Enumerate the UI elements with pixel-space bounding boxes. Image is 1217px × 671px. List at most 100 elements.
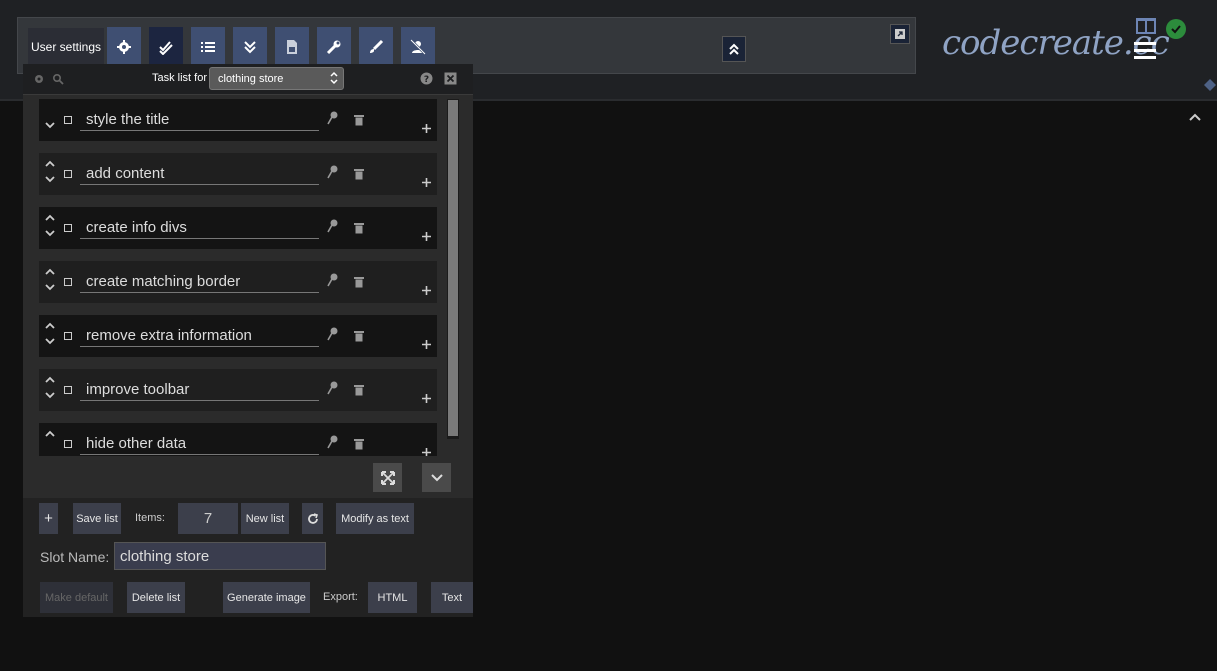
task-item: hide other data: [39, 423, 437, 456]
menu-icon[interactable]: [1134, 40, 1156, 60]
user-settings-button[interactable]: User settings: [28, 28, 104, 66]
export-html-button[interactable]: HTML: [368, 582, 417, 613]
pin-icon[interactable]: [327, 435, 339, 449]
chevron-up-icon[interactable]: [1187, 110, 1203, 124]
task-checkbox[interactable]: [64, 332, 72, 340]
help-icon[interactable]: ?: [420, 72, 433, 85]
task-text[interactable]: create info divs: [80, 217, 319, 239]
list-controls: + Save list Items: 7 New list Modify as …: [23, 498, 473, 617]
items-label: Items:: [135, 512, 165, 524]
add-subtask-icon[interactable]: [422, 178, 431, 187]
trash-icon[interactable]: [354, 114, 364, 126]
pin-icon[interactable]: [327, 111, 339, 125]
modify-as-text-button[interactable]: Modify as text: [336, 503, 414, 534]
move-arrows-icon[interactable]: [44, 213, 56, 243]
double-chevron-down-icon: [244, 40, 256, 53]
trash-icon[interactable]: [354, 384, 364, 396]
task-text[interactable]: create matching border: [80, 271, 319, 293]
move-arrows-icon[interactable]: [44, 321, 56, 351]
add-subtask-icon[interactable]: [422, 448, 431, 456]
popout-button[interactable]: [890, 24, 910, 44]
pin-icon[interactable]: [327, 381, 339, 395]
double-check-icon: [159, 40, 173, 55]
close-icon[interactable]: [444, 72, 457, 85]
task-checkbox[interactable]: [64, 386, 72, 394]
slot-name-input[interactable]: clothing store: [114, 542, 326, 570]
trash-icon[interactable]: [354, 222, 364, 234]
gear-icon: [117, 39, 131, 54]
task-list-panel: Task list for clothing store ? style the…: [23, 64, 473, 617]
trash-icon[interactable]: [354, 168, 364, 180]
task-list: style the title add content create info …: [39, 99, 437, 456]
slot-name-label: Slot Name:: [40, 549, 110, 565]
move-arrows-icon[interactable]: [44, 267, 56, 297]
search-icon[interactable]: [52, 73, 64, 85]
status-check-icon: [1166, 19, 1186, 39]
layout-icon[interactable]: [1135, 17, 1157, 35]
task-item: create matching border: [39, 261, 437, 303]
js-file-button[interactable]: [275, 27, 309, 66]
task-checkbox[interactable]: [64, 170, 72, 178]
collapse-toolbar-button[interactable]: [722, 36, 746, 62]
trash-icon[interactable]: [354, 438, 364, 450]
add-subtask-icon[interactable]: [422, 394, 431, 403]
collapse-all-button[interactable]: [233, 27, 267, 66]
trash-icon[interactable]: [354, 276, 364, 288]
diamond-icon[interactable]: [1203, 78, 1217, 92]
task-checkbox[interactable]: [64, 440, 72, 448]
brush-icon: [370, 39, 384, 53]
add-subtask-icon[interactable]: [422, 124, 431, 133]
list-select[interactable]: clothing store: [209, 67, 344, 90]
task-text[interactable]: remove extra information: [80, 325, 319, 347]
pin-icon[interactable]: [327, 165, 339, 179]
add-subtask-icon[interactable]: [422, 286, 431, 295]
task-item: add content: [39, 153, 437, 195]
panel-header: Task list for clothing store ?: [23, 64, 473, 95]
task-text[interactable]: improve toolbar: [80, 379, 319, 401]
gear-icon[interactable]: [33, 73, 45, 85]
pin-icon[interactable]: [327, 273, 339, 287]
task-checkbox[interactable]: [64, 116, 72, 124]
tools-button[interactable]: [317, 27, 351, 66]
add-task-button[interactable]: +: [39, 503, 58, 534]
move-arrows-icon[interactable]: [44, 159, 56, 189]
refresh-button[interactable]: [302, 503, 323, 534]
scrollbar-thumb[interactable]: [448, 100, 458, 436]
task-checkbox[interactable]: [64, 224, 72, 232]
wrench-icon: [326, 40, 341, 54]
task-text[interactable]: style the title: [80, 109, 319, 131]
save-list-button[interactable]: Save list: [73, 503, 121, 534]
generate-image-button[interactable]: Generate image: [223, 582, 310, 613]
delete-list-button[interactable]: Delete list: [127, 582, 185, 613]
pin-icon[interactable]: [327, 327, 339, 341]
list-select-value: clothing store: [218, 72, 284, 85]
numbered-list-button[interactable]: [191, 27, 225, 66]
task-text[interactable]: hide other data: [80, 433, 319, 455]
svg-text:?: ?: [424, 75, 429, 85]
double-chevron-up-icon: [729, 43, 739, 55]
move-down-icon[interactable]: [44, 105, 56, 135]
task-checkbox[interactable]: [64, 278, 72, 286]
task-text[interactable]: add content: [80, 163, 319, 185]
make-default-button[interactable]: Make default: [40, 582, 113, 613]
user-hide-button[interactable]: [401, 27, 435, 66]
task-list-scrollbar[interactable]: [447, 99, 459, 439]
add-subtask-icon[interactable]: [422, 232, 431, 241]
task-item: remove extra information: [39, 315, 437, 357]
settings-button[interactable]: [107, 27, 141, 66]
export-text-button[interactable]: Text: [431, 582, 473, 613]
move-arrows-icon[interactable]: [44, 375, 56, 405]
trash-icon[interactable]: [354, 330, 364, 342]
task-list-label: Task list for: [152, 72, 208, 84]
user-slash-icon: [410, 38, 426, 55]
move-up-icon[interactable]: [44, 429, 56, 456]
brush-button[interactable]: [359, 27, 393, 66]
new-list-button[interactable]: New list: [241, 503, 289, 534]
pin-icon[interactable]: [327, 219, 339, 233]
select-arrow-icon: [330, 71, 338, 85]
task-item: improve toolbar: [39, 369, 437, 411]
add-subtask-icon[interactable]: [422, 340, 431, 349]
expand-button[interactable]: [373, 463, 402, 492]
task-list-button[interactable]: [149, 27, 183, 66]
collapse-panel-button[interactable]: [422, 463, 451, 492]
